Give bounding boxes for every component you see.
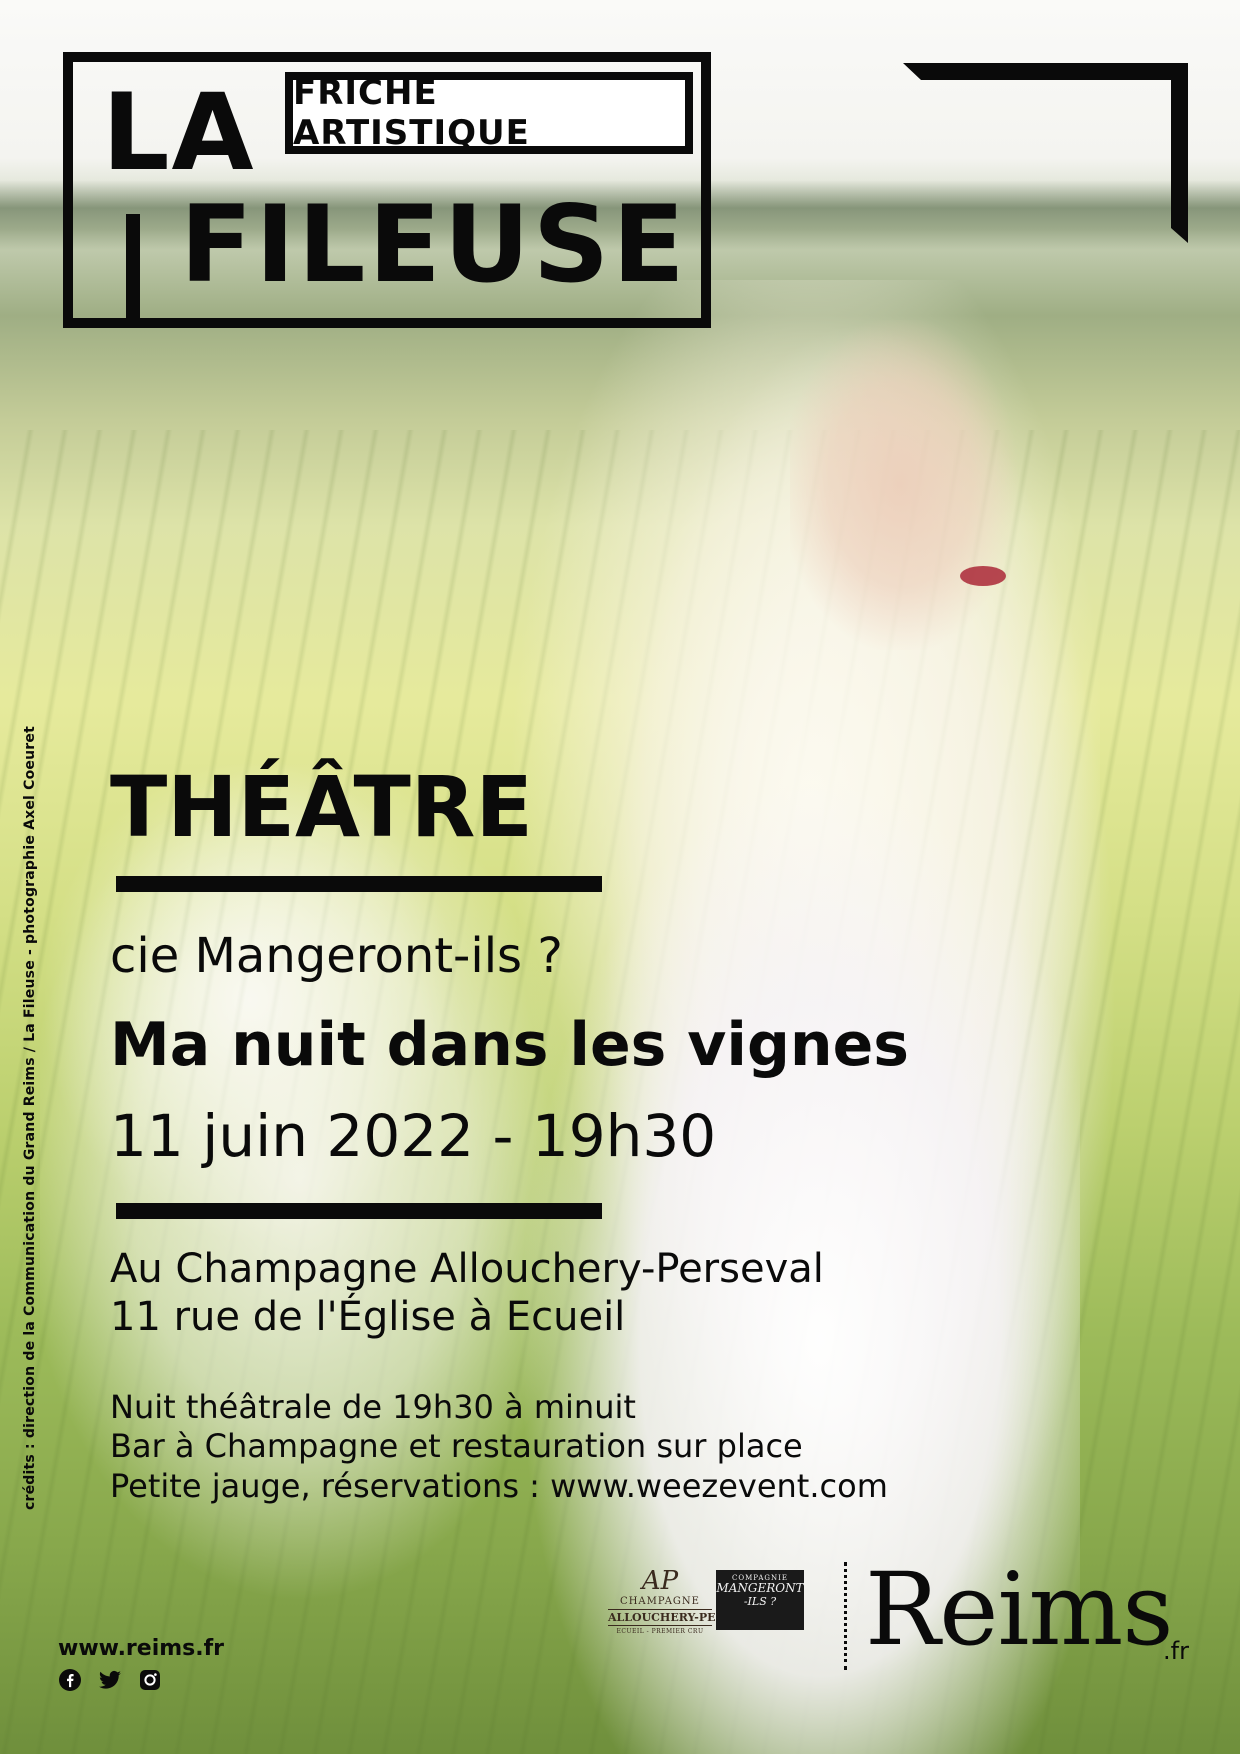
facebook-icon[interactable] [58, 1668, 82, 1692]
website-link[interactable]: www.reims.fr [58, 1636, 224, 1661]
logo-fileuse: FILEUSE [180, 183, 688, 306]
corner-bracket-icon [903, 63, 1188, 243]
poster: FRICHE ARTISTIQUE LA FILEUSE THÉÂTRE cie… [0, 0, 1240, 1754]
champagne-name: ALLOUCHERY-PERSEVAL [608, 1609, 765, 1626]
divider-bottom [116, 1203, 602, 1219]
venue-block: Au Champagne Allouchery-Perseval 11 rue … [110, 1245, 824, 1341]
photo-face [790, 320, 1020, 650]
details-block: Nuit théâtrale de 19h30 à minuit Bar à C… [110, 1388, 888, 1506]
detail-line: Nuit théâtrale de 19h30 à minuit [110, 1388, 636, 1426]
venue-address: 11 rue de l'Église à Ecueil [110, 1294, 626, 1340]
event-title: Ma nuit dans les vignes [110, 1010, 910, 1080]
social-links [58, 1668, 162, 1692]
logo-tagline: FRICHE ARTISTIQUE [285, 72, 693, 154]
footer-separator [844, 1562, 847, 1670]
champagne-monogram: AP [641, 1566, 679, 1596]
company-logo-line2: MANGERONT [716, 1581, 804, 1595]
champagne-label: CHAMPAGNE [620, 1596, 700, 1607]
instagram-icon[interactable] [138, 1668, 162, 1692]
divider-top [116, 876, 602, 892]
partner-champagne-logo: AP CHAMPAGNE ALLOUCHERY-PERSEVAL ECUEIL … [608, 1566, 765, 1656]
company-logo-line3: -ILS ? [743, 1595, 777, 1609]
detail-line: Bar à Champagne et restauration sur plac… [110, 1427, 803, 1466]
reims-logo: Reims [865, 1551, 1174, 1668]
twitter-icon[interactable] [98, 1668, 122, 1692]
event-company: cie Mangeront-ils ? [110, 928, 563, 984]
partner-company-logo: COMPAGNIE MANGERONT -ILS ? [716, 1570, 804, 1630]
venue-name: Au Champagne Allouchery-Perseval [110, 1246, 824, 1292]
detail-line-reservations: Petite jauge, réservations : www.weezeve… [110, 1466, 888, 1505]
logo-la: LA [102, 71, 256, 194]
logo-frame-notch [126, 214, 140, 328]
photo-lips [960, 566, 1006, 586]
champagne-sub: ECUEIL - PREMIER CRU [616, 1628, 704, 1635]
event-genre: THÉÂTRE [110, 758, 533, 856]
reims-logo-tld: .fr [1163, 1637, 1189, 1665]
photo-credits: crédits : direction de la Communication … [22, 726, 38, 1510]
event-date: 11 juin 2022 - 19h30 [110, 1102, 717, 1170]
